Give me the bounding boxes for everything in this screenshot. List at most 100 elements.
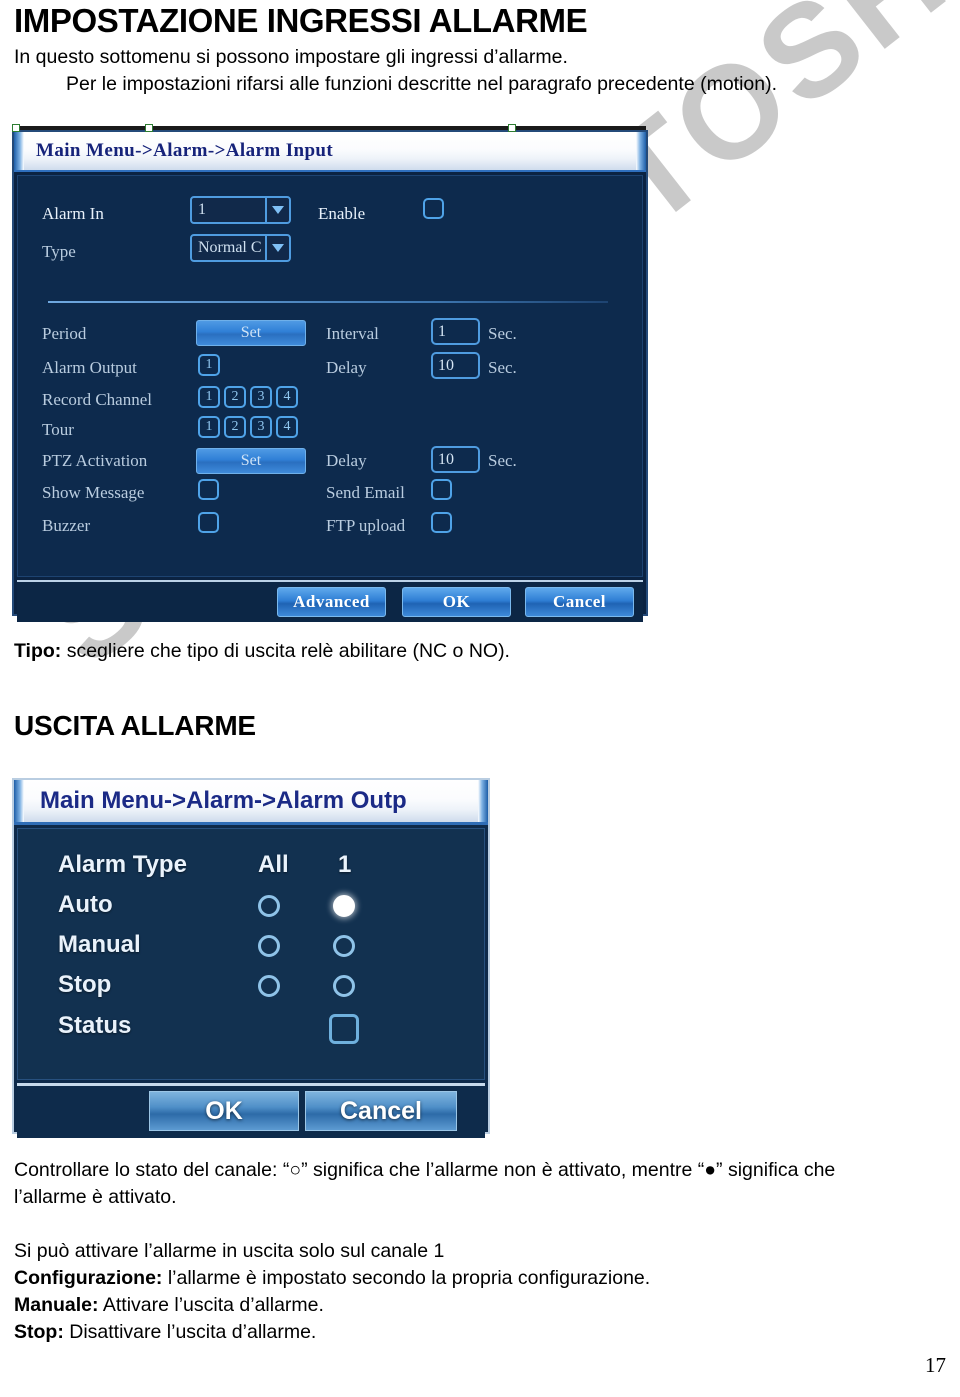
section-title: USCITA ALLARME: [14, 710, 256, 741]
ptz-set-button[interactable]: Set: [196, 448, 306, 474]
tour-channel-2[interactable]: 2: [224, 416, 246, 438]
alarm-input-title: Main Menu->Alarm->Alarm Input: [36, 140, 334, 161]
tour-channel-4[interactable]: 4: [276, 416, 298, 438]
manual-all-radio[interactable]: [258, 935, 280, 957]
tail-line-6-label: Stop:: [14, 1321, 64, 1343]
delay-input[interactable]: 10: [431, 352, 480, 379]
label-period: Period: [42, 324, 87, 343]
record-channel-1-number: 1: [205, 389, 213, 404]
tail-line-5: Manuale: Attivare l’uscita d’allarme.: [14, 1292, 944, 1319]
alarm-output-footer: OK Cancel: [17, 1083, 485, 1138]
label-manual: Manual: [58, 931, 141, 958]
tail-line-6: Stop: Disattivare l’uscita d’allarme.: [14, 1319, 944, 1346]
alarm-in-value: 1: [198, 201, 206, 218]
tour-channel-3[interactable]: 3: [250, 416, 272, 438]
type-select[interactable]: Normal C: [190, 234, 291, 262]
label-status: Status: [58, 1012, 132, 1039]
delay-value: 10: [438, 357, 454, 374]
column-header-all: All: [258, 851, 289, 878]
image-selection-line: [14, 126, 646, 130]
record-channel-3-number: 3: [257, 389, 265, 404]
tail-line-5-label: Manuale:: [14, 1294, 99, 1316]
alarm-output-ok-button[interactable]: OK: [149, 1091, 299, 1131]
type-value: Normal C: [198, 239, 262, 256]
tour-channel-1-number: 1: [205, 419, 213, 434]
label-ptz-activation: PTZ Activation: [42, 451, 148, 470]
tail-spacer: [14, 1211, 944, 1238]
enable-checkbox[interactable]: [423, 198, 444, 219]
tail-line-1: Controllare lo stato del canale: “○” sig…: [14, 1159, 836, 1181]
alarm-output-cancel-button[interactable]: Cancel: [305, 1091, 457, 1131]
alarm-output-title: Main Menu->Alarm->Alarm Outp: [40, 787, 407, 814]
show-message-checkbox[interactable]: [198, 479, 219, 500]
tipo-note-text: scegliere che tipo di uscita relè abilit…: [61, 640, 510, 662]
label-show-message: Show Message: [42, 483, 145, 502]
image-selection-handle-mid[interactable]: [145, 124, 153, 132]
ftp-upload-checkbox[interactable]: [431, 512, 452, 533]
auto-all-radio[interactable]: [258, 895, 280, 917]
alarm-output-dialog: Main Menu->Alarm->Alarm Outp Alarm Type …: [12, 778, 490, 1138]
tail-paragraph: Controllare lo stato del canale: “○” sig…: [14, 1157, 944, 1346]
alarm-output-channel-1[interactable]: 1: [198, 354, 220, 376]
chevron-down-icon: [272, 244, 284, 252]
tour-channel-3-number: 3: [257, 419, 265, 434]
section-divider: [48, 301, 608, 303]
buzzer-checkbox[interactable]: [198, 512, 219, 533]
manual-channel-1-radio[interactable]: [333, 935, 355, 957]
label-type: Type: [42, 242, 76, 261]
label-auto: Auto: [58, 891, 113, 918]
label-interval: Interval: [326, 324, 379, 343]
page-title: IMPOSTAZIONE INGRESSI ALLARME: [14, 2, 588, 39]
tail-line-6-text: Disattivare l’uscita d’allarme.: [63, 1321, 317, 1343]
alarm-in-arrow[interactable]: [265, 198, 289, 222]
tipo-note: Tipo: scegliere che tipo di uscita relè …: [14, 640, 510, 663]
record-channel-2[interactable]: 2: [224, 386, 246, 408]
tail-line-3: Si può attivare l’allarme in uscita solo…: [14, 1240, 445, 1262]
label-ptz-delay: Delay: [326, 451, 367, 470]
image-selection-handle-left[interactable]: [12, 124, 20, 132]
image-selection-handle-right[interactable]: [508, 124, 516, 132]
tour-channel-2-number: 2: [231, 419, 239, 434]
label-delay: Delay: [326, 358, 367, 377]
interval-unit: Sec.: [488, 324, 517, 343]
stop-channel-1-radio[interactable]: [333, 975, 355, 997]
alarm-in-select[interactable]: 1: [190, 196, 291, 224]
tail-line-4-text: l’allarme è impostato secondo la propria…: [162, 1267, 651, 1289]
label-alarm-in: Alarm In: [42, 204, 104, 223]
ptz-delay-input[interactable]: 10: [431, 446, 480, 473]
label-stop: Stop: [58, 971, 112, 998]
ptz-delay-unit: Sec.: [488, 451, 517, 470]
tipo-note-label: Tipo:: [14, 640, 62, 662]
label-record-channel: Record Channel: [42, 390, 152, 409]
send-email-checkbox[interactable]: [431, 479, 452, 500]
record-channel-3[interactable]: 3: [250, 386, 272, 408]
alarm-input-ok-button[interactable]: OK: [402, 587, 511, 617]
tour-channel-1[interactable]: 1: [198, 416, 220, 438]
alarm-input-cancel-button[interactable]: Cancel: [525, 587, 634, 617]
stop-all-radio[interactable]: [258, 975, 280, 997]
type-arrow[interactable]: [265, 236, 289, 260]
alarm-input-body: Alarm In 1 Enable Type Normal C Period S…: [17, 175, 643, 577]
delay-unit: Sec.: [488, 358, 517, 377]
alarm-output-titlebar: Main Menu->Alarm->Alarm Outp: [14, 780, 488, 825]
tail-line-4-label: Configurazione:: [14, 1267, 163, 1289]
auto-channel-1-radio[interactable]: [333, 895, 355, 917]
ptz-delay-value: 10: [438, 451, 454, 468]
alarm-input-footer: Advanced OK Cancel: [17, 580, 643, 622]
label-tour: Tour: [42, 420, 74, 439]
record-channel-2-number: 2: [231, 389, 239, 404]
label-buzzer: Buzzer: [42, 516, 91, 535]
intro-line-2: Per le impostazioni rifarsi alle funzion…: [66, 73, 778, 95]
advanced-button[interactable]: Advanced: [277, 587, 386, 617]
label-ftp-upload: FTP upload: [326, 516, 406, 535]
alarm-output-channel-1-number: 1: [205, 357, 213, 372]
label-alarm-type: Alarm Type: [58, 851, 187, 878]
label-alarm-output: Alarm Output: [42, 358, 137, 377]
record-channel-4[interactable]: 4: [276, 386, 298, 408]
status-checkbox[interactable]: [329, 1014, 359, 1044]
interval-input[interactable]: 1: [431, 318, 480, 345]
column-header-channel-1: 1: [338, 851, 352, 878]
record-channel-1[interactable]: 1: [198, 386, 220, 408]
tour-channel-4-number: 4: [283, 419, 291, 434]
period-set-button[interactable]: Set: [196, 320, 306, 346]
